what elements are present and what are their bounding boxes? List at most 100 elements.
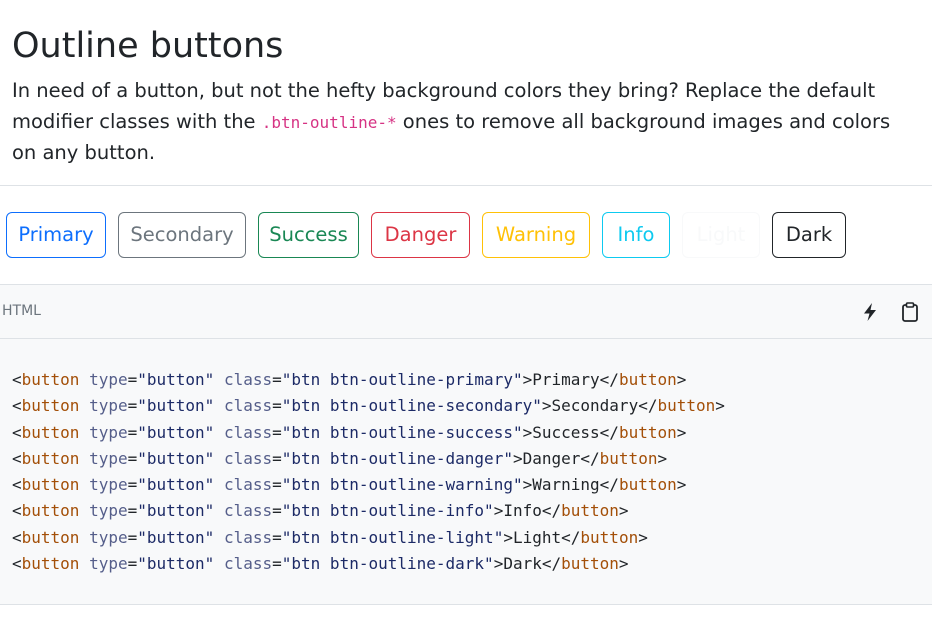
code-punctuation: = — [127, 501, 138, 521]
code-string: "btn btn-outline-light" — [281, 527, 504, 547]
code-lines: <button type="button" class="btn btn-out… — [12, 367, 725, 577]
code-header: HTML — [0, 284, 932, 339]
inline-code: .btn-outline-* — [261, 112, 397, 132]
clipboard-icon[interactable] — [899, 301, 921, 323]
code-attribute: type — [89, 475, 128, 495]
code-line: <button type="button" class="btn btn-out… — [12, 498, 725, 524]
code-string: "btn btn-outline-warning" — [281, 475, 523, 495]
code-punctuation: > — [715, 396, 725, 416]
code-attribute: class — [223, 527, 273, 547]
code-punctuation: = — [127, 527, 138, 547]
code-string: "btn btn-outline-dark" — [281, 554, 494, 574]
code-line: <button type="button" class="btn btn-out… — [12, 472, 725, 498]
code-punctuation: > — [512, 448, 523, 468]
code-text: Success — [532, 422, 600, 442]
code-string: "button" — [137, 501, 215, 521]
code-tag: button — [21, 370, 80, 389]
code-string: "btn btn-outline-success" — [281, 422, 523, 442]
code-attribute: type — [89, 396, 128, 416]
code-line: <button type="button" class="btn btn-out… — [12, 446, 725, 472]
code-punctuation: < — [12, 501, 22, 521]
code-line: <button type="button" class="btn btn-out… — [12, 525, 725, 551]
code-tag: button — [657, 396, 716, 416]
code-tag: button — [21, 501, 80, 521]
code-string: "btn btn-outline-primary" — [281, 370, 523, 389]
code-punctuation: </ — [541, 501, 562, 521]
code-punctuation: < — [12, 475, 22, 495]
code-attribute: type — [89, 448, 128, 468]
code-tag: button — [21, 422, 80, 442]
code-block: <button type="button" class="btn btn-out… — [0, 339, 932, 605]
danger-button[interactable]: Danger — [371, 212, 470, 258]
code-punctuation: </ — [599, 422, 619, 442]
success-button[interactable]: Success — [258, 212, 359, 258]
code-line: <button type="button" class="btn btn-out… — [12, 551, 725, 577]
code-text: Light — [512, 527, 562, 547]
code-attribute: class — [223, 448, 273, 468]
code-text: Primary — [532, 370, 600, 389]
code-attribute: type — [89, 554, 128, 574]
code-punctuation: = — [127, 448, 138, 468]
code-punctuation: = — [272, 370, 282, 389]
code-punctuation: < — [12, 396, 22, 416]
code-string: "btn btn-outline-secondary" — [281, 396, 542, 416]
code-punctuation: </ — [580, 448, 600, 468]
code-text: Info — [503, 501, 542, 521]
code-attribute: class — [223, 475, 273, 495]
code-tag: button — [21, 527, 80, 547]
code-punctuation: > — [676, 422, 687, 442]
code-punctuation: = — [127, 370, 138, 389]
code-punctuation: = — [272, 554, 282, 574]
code-punctuation: > — [522, 422, 533, 442]
code-attribute: class — [223, 370, 273, 389]
code-line: <button type="button" class="btn btn-out… — [12, 420, 725, 446]
code-line: <button type="button" class="btn btn-out… — [12, 367, 725, 393]
code-punctuation: = — [127, 396, 138, 416]
code-tag: button — [561, 501, 619, 521]
code-string: "button" — [137, 527, 215, 547]
code-attribute: type — [89, 501, 128, 521]
code-text: Warning — [532, 475, 600, 495]
code-tag: button — [21, 475, 80, 495]
code-punctuation: > — [676, 370, 687, 389]
code-punctuation: < — [12, 422, 22, 442]
code-text: Dark — [503, 554, 542, 574]
code-punctuation: = — [272, 501, 282, 521]
code-language-label: HTML — [2, 303, 41, 319]
light-button[interactable]: Light — [682, 212, 760, 258]
code-punctuation: < — [12, 554, 22, 574]
section-title: Outline buttons — [12, 26, 284, 66]
info-button[interactable]: Info — [602, 212, 670, 258]
code-punctuation: = — [127, 422, 138, 442]
code-string: "btn btn-outline-info" — [281, 501, 494, 521]
code-punctuation: = — [272, 448, 282, 468]
code-punctuation: > — [676, 475, 687, 495]
code-tag: button — [618, 422, 677, 442]
code-tag: button — [580, 527, 639, 547]
code-punctuation: = — [272, 475, 282, 495]
code-punctuation: = — [272, 422, 282, 442]
code-string: "button" — [137, 396, 215, 416]
code-punctuation: < — [12, 527, 22, 547]
code-string: "button" — [137, 475, 215, 495]
code-string: "btn btn-outline-danger" — [281, 448, 513, 468]
code-punctuation: > — [638, 527, 648, 547]
code-punctuation: > — [493, 554, 504, 574]
code-line: <button type="button" class="btn btn-out… — [12, 393, 725, 419]
secondary-button[interactable]: Secondary — [118, 212, 246, 258]
code-punctuation: > — [503, 527, 513, 547]
code-tag: button — [21, 396, 80, 416]
code-string: "button" — [137, 554, 215, 574]
code-attribute: class — [223, 396, 273, 416]
code-attribute: type — [89, 527, 128, 547]
code-punctuation: = — [272, 396, 282, 416]
code-text: Secondary — [551, 396, 639, 416]
code-tag: button — [21, 448, 80, 468]
code-punctuation: < — [12, 448, 22, 468]
code-punctuation: </ — [561, 527, 581, 547]
dark-button[interactable]: Dark — [772, 212, 846, 258]
warning-button[interactable]: Warning — [482, 212, 590, 258]
primary-button[interactable]: Primary — [6, 212, 106, 258]
lightning-icon[interactable] — [859, 301, 881, 323]
code-punctuation: > — [618, 501, 629, 521]
